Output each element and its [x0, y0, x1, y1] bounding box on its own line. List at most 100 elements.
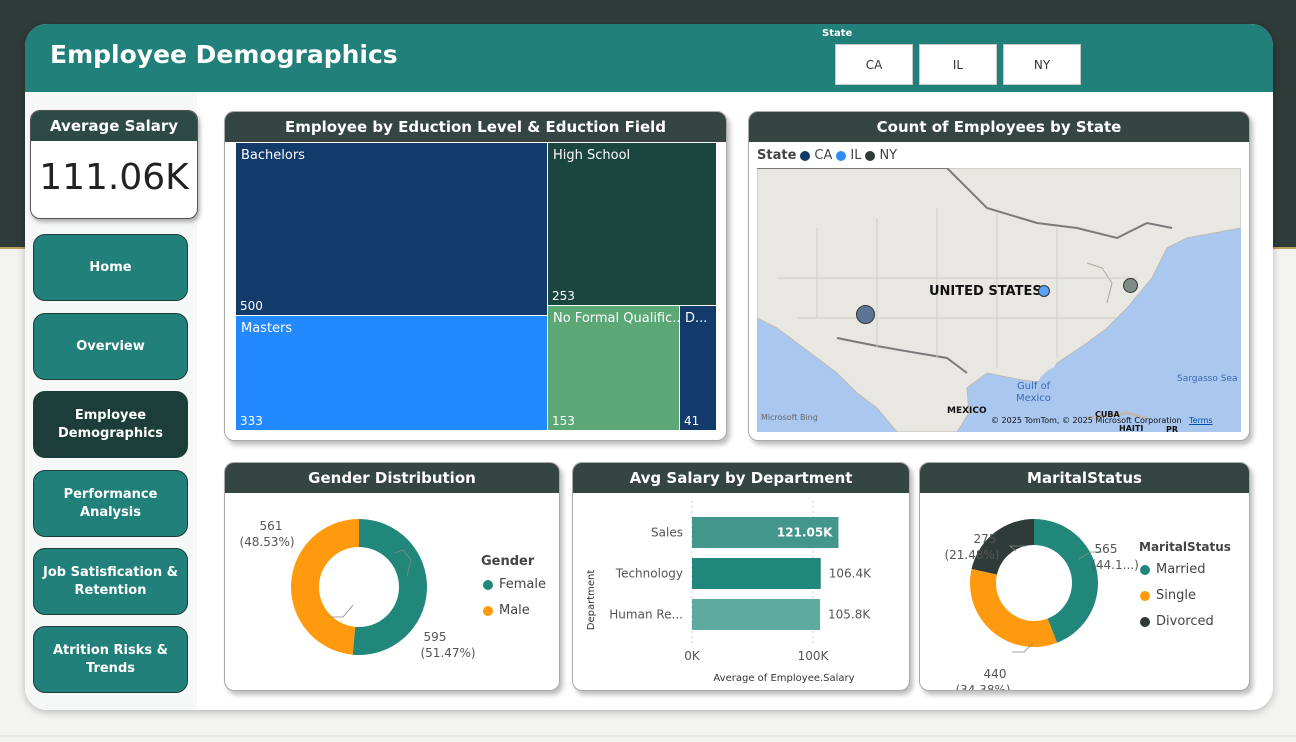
tile-label: D...	[685, 311, 708, 326]
state-slicer-label: State	[822, 28, 853, 39]
treemap-tile-bachelors[interactable]: Bachelors 500	[236, 143, 547, 315]
legend-label: Single	[1156, 588, 1196, 603]
legend-dot-icon	[483, 605, 493, 616]
legend-label: Divorced	[1156, 614, 1214, 629]
label-divorced-count: 275	[974, 532, 997, 546]
tile-value: 333	[240, 414, 263, 428]
treemap-card: Employee by Eduction Level & Eduction Fi…	[224, 111, 727, 441]
marital-card: MaritalStatus 565 (44.1...) 275 (21.48%)…	[919, 462, 1250, 691]
x-tick-label: 100K	[798, 649, 830, 663]
tile-label: Bachelors	[241, 148, 305, 163]
gender-slice-female[interactable]	[352, 519, 427, 655]
bing-logo: Microsoft Bing	[761, 413, 818, 422]
tile-label: No Formal Qualific...	[553, 311, 679, 326]
legend-label: Female	[499, 577, 547, 592]
y-tick-label: Human Re...	[609, 608, 683, 622]
marital-legend-single[interactable]: Single	[1140, 588, 1196, 603]
tile-value: 41	[684, 414, 700, 428]
bottom-divider	[0, 735, 1296, 737]
tile-value: 153	[552, 414, 575, 428]
y-tick-label: Sales	[651, 526, 683, 540]
gender-legend-male[interactable]: Male	[483, 603, 530, 618]
marital-legend-title: MaritalStatus	[1139, 540, 1231, 554]
map-terms-link[interactable]: Terms	[1189, 416, 1213, 425]
gender-slice-male[interactable]	[290, 519, 359, 655]
label-female-count: 595	[424, 630, 447, 644]
map-label-country: UNITED STATES	[929, 284, 1042, 299]
nav-attrition-risks-button[interactable]: Atrition Risks & Trends	[33, 626, 188, 693]
nav-performance-analysis-button[interactable]: Performance Analysis	[33, 470, 188, 537]
legend-dot-icon	[483, 579, 493, 590]
marital-title: MaritalStatus	[920, 463, 1249, 493]
legend-dot-icon	[1140, 564, 1150, 575]
map-label-gulf-2: Mexico	[1016, 393, 1051, 404]
map-land	[757, 168, 1241, 432]
page-title: Employee Demographics	[50, 40, 398, 69]
treemap-tile-masters[interactable]: Masters 333	[236, 316, 547, 430]
label-male-count: 561	[260, 519, 283, 533]
dept-title: Avg Salary by Department	[573, 463, 909, 493]
map-bubble-ny[interactable]	[1123, 278, 1138, 293]
bar-humanre[interactable]	[692, 599, 821, 630]
tile-value: 500	[240, 299, 263, 313]
kpi-label: Average Salary	[31, 111, 197, 141]
legend-item-ca: CA	[814, 148, 833, 163]
treemap-tile-no-formal[interactable]: No Formal Qualific... 153	[548, 306, 679, 430]
label-male-percent: (48.53%)	[239, 535, 294, 549]
map-label-sargasso: Sargasso Sea	[1177, 374, 1238, 384]
nav-employee-demographics-button[interactable]: Employee Demographics	[33, 391, 188, 458]
legend-dot-icon	[865, 150, 876, 161]
legend-dot-icon	[1140, 590, 1150, 601]
gender-legend-title: Gender	[481, 554, 535, 569]
bar-technology[interactable]	[692, 558, 821, 589]
legend-label: Male	[499, 603, 530, 618]
map-canvas[interactable]: UNITED STATES Gulf of Mexico MEXICO CUBA…	[757, 168, 1241, 432]
label-single-count: 440	[984, 667, 1007, 681]
map-card: Count of Employees by State State CA IL …	[748, 111, 1250, 441]
nav-overview-button[interactable]: Overview	[33, 313, 188, 380]
treemap-tile-high-school[interactable]: High School 253	[548, 143, 716, 305]
map-bubble-il[interactable]	[1038, 285, 1050, 297]
tile-value: 253	[552, 289, 575, 303]
average-salary-card: Average Salary 111.06K	[30, 110, 198, 219]
state-button-il[interactable]: IL	[919, 44, 997, 85]
treemap-title: Employee by Eduction Level & Eduction Fi…	[225, 112, 726, 142]
header-bar: Employee Demographics State CA IL NY	[25, 24, 1273, 92]
map-legend-title: State	[757, 148, 797, 163]
map-bubble-ca[interactable]	[856, 305, 875, 324]
marital-slice-divorced[interactable]	[971, 519, 1034, 575]
marital-slice-single[interactable]	[970, 568, 1058, 647]
nav-job-satisfaction-button[interactable]: Job Satisfication & Retention	[33, 548, 188, 615]
state-button-ca[interactable]: CA	[835, 44, 913, 85]
state-button-ny[interactable]: NY	[1003, 44, 1081, 85]
dept-bar-chart: Department Average of Employee.Salary 0K…	[586, 501, 872, 684]
legend-dot-icon	[836, 150, 847, 161]
bar-data-label: 121.05K	[777, 526, 833, 540]
gender-legend-female[interactable]: Female	[483, 577, 546, 592]
label-divorced-percent: (21.48%)	[944, 548, 999, 562]
tile-label: High School	[553, 148, 631, 163]
label-female-percent: (51.47%)	[420, 646, 475, 660]
tile-label: Masters	[241, 321, 293, 336]
map-label-gulf-1: Gulf of	[1017, 381, 1051, 392]
map-legend: State CA IL NY	[757, 148, 897, 163]
gender-title: Gender Distribution	[225, 463, 559, 493]
treemap-tile-doctorate[interactable]: D... 41	[680, 306, 716, 430]
label-married-count: 565	[1095, 542, 1118, 556]
gender-donut-chart: 561 (48.53%) 595 (51.47%)	[239, 519, 476, 660]
marital-legend-divorced[interactable]: Divorced	[1140, 614, 1214, 629]
label-married-percent: (44.1...)	[1091, 558, 1139, 572]
x-tick-label: 0K	[684, 649, 701, 663]
map-label-haiti: HAITI	[1119, 424, 1144, 432]
map-label-pr: PR	[1166, 425, 1179, 432]
dept-card: Avg Salary by Department Department Aver…	[572, 462, 910, 691]
kpi-value: 111.06K	[39, 157, 189, 198]
label-single-percent: (34.38%)	[955, 683, 1010, 691]
marital-legend-married[interactable]: Married	[1140, 562, 1206, 577]
marital-donut-chart: 565 (44.1...) 275 (21.48%) 440 (34.38%)	[944, 519, 1139, 691]
bar-data-label: 105.8K	[828, 608, 871, 622]
nav-home-button[interactable]: Home	[33, 234, 188, 301]
report-canvas: Employee Demographics State CA IL NY Ave…	[25, 24, 1273, 710]
legend-label: Married	[1156, 562, 1206, 577]
x-axis-label: Average of Employee.Salary	[713, 673, 854, 684]
